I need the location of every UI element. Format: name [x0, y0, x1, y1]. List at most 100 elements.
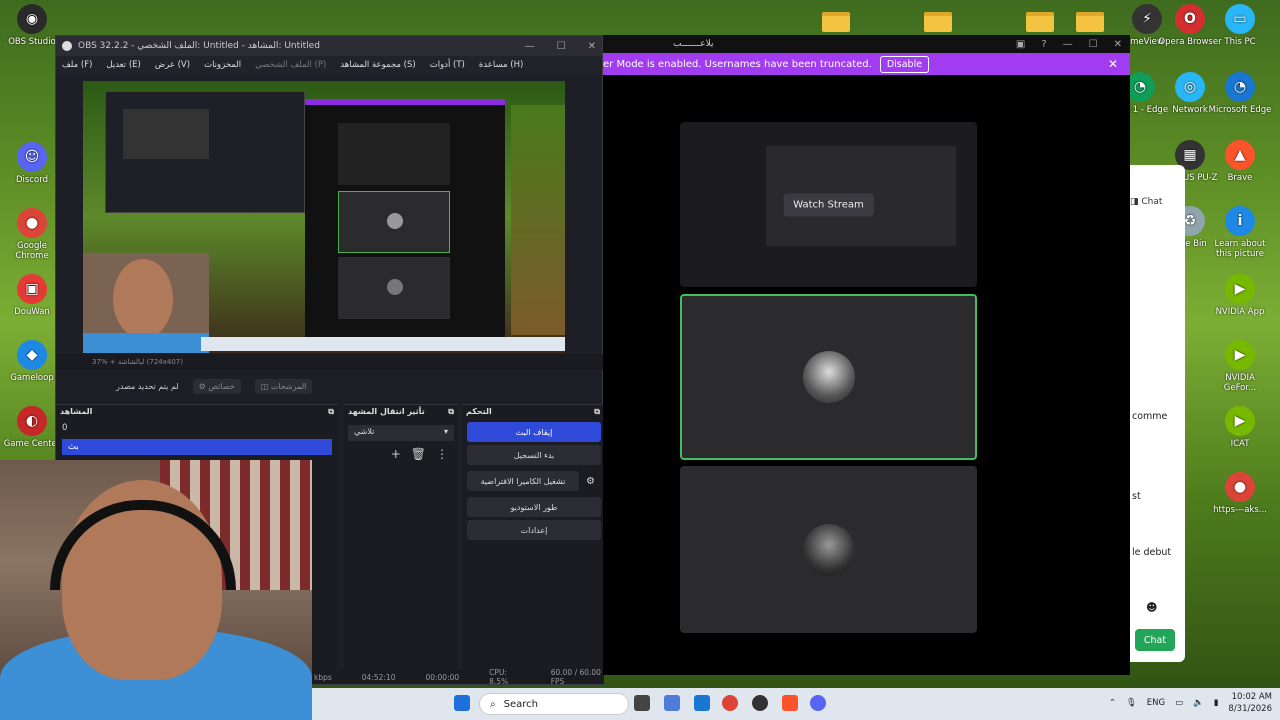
nvidia-geforce-icon: ▶ [1225, 340, 1255, 370]
close-icon[interactable]: ✕ [588, 41, 596, 52]
zoom-readout: 37% + لبالشاشة (724x407) [92, 358, 183, 366]
nested-taskbar [201, 337, 565, 351]
icat-icon: ▶ [1225, 406, 1255, 436]
time: 10:02 AM [1231, 692, 1272, 702]
transition-select[interactable]: تلاشي ▾ [348, 425, 454, 441]
chrome-taskbar-icon[interactable] [722, 695, 738, 711]
studio-mode-button[interactable]: طور الاستوديو [467, 497, 601, 517]
copilot-icon[interactable] [664, 695, 680, 711]
obs-taskbar-icon[interactable] [752, 695, 768, 711]
participant-tile-speaking[interactable] [680, 294, 977, 460]
scene-item-selected[interactable]: بث [62, 439, 332, 455]
help-icon[interactable]: ? [1041, 39, 1046, 50]
folder-icon[interactable] [1026, 12, 1054, 32]
minimize-icon[interactable]: — [1063, 39, 1073, 50]
scene-item[interactable]: 0 [56, 419, 338, 437]
volume-icon[interactable]: 🔈 [1193, 698, 1204, 708]
desktop-shortcut[interactable]: ▭ This PC [1208, 4, 1272, 47]
menu-view[interactable]: عرض (V) [155, 60, 190, 70]
folder-icon[interactable] [1076, 12, 1104, 32]
menu-help[interactable]: مساعدة (H) [479, 60, 523, 70]
desktop-shortcut[interactable]: ▲ Brave [1208, 140, 1272, 183]
chat-tab[interactable]: ◨ Chat [1130, 197, 1162, 207]
desktop-shortcut[interactable]: ▶ ICAT [1208, 406, 1272, 449]
edge-taskbar-icon[interactable] [694, 695, 710, 711]
banner-text: er Mode is enabled. Usernames have been … [603, 58, 872, 70]
battery-icon[interactable]: ▮ [1214, 698, 1219, 708]
stream-window: يلاعـــــــب ▣ ? — ☐ ✕ er Mode is enable… [603, 35, 1130, 675]
side-window: ◨ Chat comme st le debut ☻ Chat [1130, 165, 1185, 662]
gear-icon[interactable]: ⚙ [586, 476, 595, 487]
task-view-icon[interactable] [634, 695, 650, 711]
chrome-shortcut-icon: ● [1225, 472, 1255, 502]
search-box[interactable]: ⌕ Search [479, 693, 629, 715]
dock-float-icon[interactable]: ⧉ [328, 407, 334, 417]
discord-icon: ☺ [17, 142, 47, 172]
desktop-shortcut-label: https---aks... [1213, 505, 1267, 515]
stop-streaming-button[interactable]: إيقاف البث [467, 422, 601, 442]
brave-icon: ▲ [1225, 140, 1255, 170]
start-recording-button[interactable]: بدء التسجيل [467, 445, 601, 465]
stream-time: 04:52:10 [361, 672, 396, 682]
participant-tile[interactable] [680, 466, 977, 633]
desktop-shortcut[interactable]: i Learn about this picture [1208, 206, 1272, 259]
learn-picture-icon: i [1225, 206, 1255, 236]
properties-button[interactable]: ⚙ خصائص [192, 378, 241, 394]
more-icon[interactable]: ⋮ [436, 447, 448, 461]
network-tray-icon[interactable]: ▭ [1175, 698, 1183, 708]
filters-button[interactable]: ◫ المرشحات [254, 378, 313, 394]
clock[interactable]: 10:02 AM 8/31/2026 [1228, 691, 1272, 715]
chat-button[interactable]: Chat [1135, 629, 1175, 651]
desktop-shortcut[interactable]: ▶ NVIDIA App [1208, 274, 1272, 317]
maximize-icon[interactable]: ☐ [1089, 39, 1098, 50]
settings-button[interactable]: إعدادات [467, 520, 601, 540]
start-icon[interactable] [454, 695, 470, 711]
close-icon[interactable]: ✕ [1114, 39, 1122, 50]
menu-scene-collection[interactable]: مجموعة المشاهد (S) [340, 60, 415, 70]
close-banner-icon[interactable]: ✕ [1108, 57, 1118, 71]
obs-titlebar[interactable]: OBS 32.2.2 - الملف الشخصي: Untitled - ال… [56, 36, 602, 56]
snippet: le debut [1132, 547, 1172, 558]
trash-icon[interactable]: 🗑 [411, 447, 426, 461]
stream-tile[interactable]: Watch Stream [680, 122, 977, 287]
minimize-icon[interactable]: — [525, 41, 535, 52]
brave-taskbar-icon[interactable] [782, 695, 798, 711]
chevron-down-icon: ▾ [443, 427, 448, 436]
dock-float-icon[interactable]: ⧉ [594, 407, 600, 417]
stream-titlebar[interactable]: يلاعـــــــب ▣ ? — ☐ ✕ [603, 35, 1130, 53]
chevron-up-icon[interactable]: ⌃ [1109, 698, 1116, 708]
folder-icon[interactable] [924, 12, 952, 32]
properties-label: خصائص [208, 381, 235, 391]
folder-icon[interactable] [822, 12, 850, 32]
desktop-shortcut[interactable]: ◔ Microsoft Edge [1208, 72, 1272, 115]
no-source-label: لم يتم تحديد مصدر [116, 381, 179, 391]
virtual-camera-button[interactable]: تشغيل الكاميرا الافتراضية [467, 471, 579, 491]
avatar [802, 523, 855, 576]
dock-float-icon[interactable]: ⧉ [448, 407, 454, 417]
menu-file[interactable]: ملف (F) [62, 60, 92, 70]
chrome-icon: ● [17, 208, 47, 238]
add-icon[interactable]: + [391, 447, 401, 461]
watch-stream-button[interactable]: Watch Stream [783, 193, 874, 216]
kbps-readout: kbps [314, 672, 332, 682]
mic-icon[interactable]: 🎙 [1126, 698, 1137, 708]
desktop-shortcut[interactable]: ● https---aks... [1208, 472, 1272, 515]
obs-preview[interactable] [83, 81, 565, 353]
menu-edit[interactable]: تعديل (E) [106, 60, 140, 70]
zoom-bar[interactable]: 37% + لبالشاشة (724x407) [56, 354, 604, 370]
discord-taskbar-icon[interactable] [810, 695, 826, 711]
scenes-title: المشاهد [60, 407, 93, 416]
menu-docks[interactable]: المخزونات [204, 60, 241, 70]
menu-tools[interactable]: أدوات (T) [430, 60, 465, 70]
desktop-shortcut[interactable]: ▶ NVIDIA GeFor... [1208, 340, 1272, 393]
date: 8/31/2026 [1228, 704, 1272, 714]
emoji-icon[interactable]: ☻ [1146, 601, 1157, 614]
disable-button[interactable]: Disable [879, 55, 930, 73]
obs-logo-icon [62, 41, 72, 51]
maximize-icon[interactable]: ☐ [557, 41, 566, 52]
nvidia-app-icon: ▶ [1225, 274, 1255, 304]
lang-indicator[interactable]: ENG [1147, 698, 1165, 708]
inbox-icon[interactable]: ▣ [1016, 39, 1025, 50]
desktop-shortcut-label: Brave [1227, 173, 1253, 183]
menu-profile[interactable]: الملف الشخصي (P) [255, 60, 326, 70]
